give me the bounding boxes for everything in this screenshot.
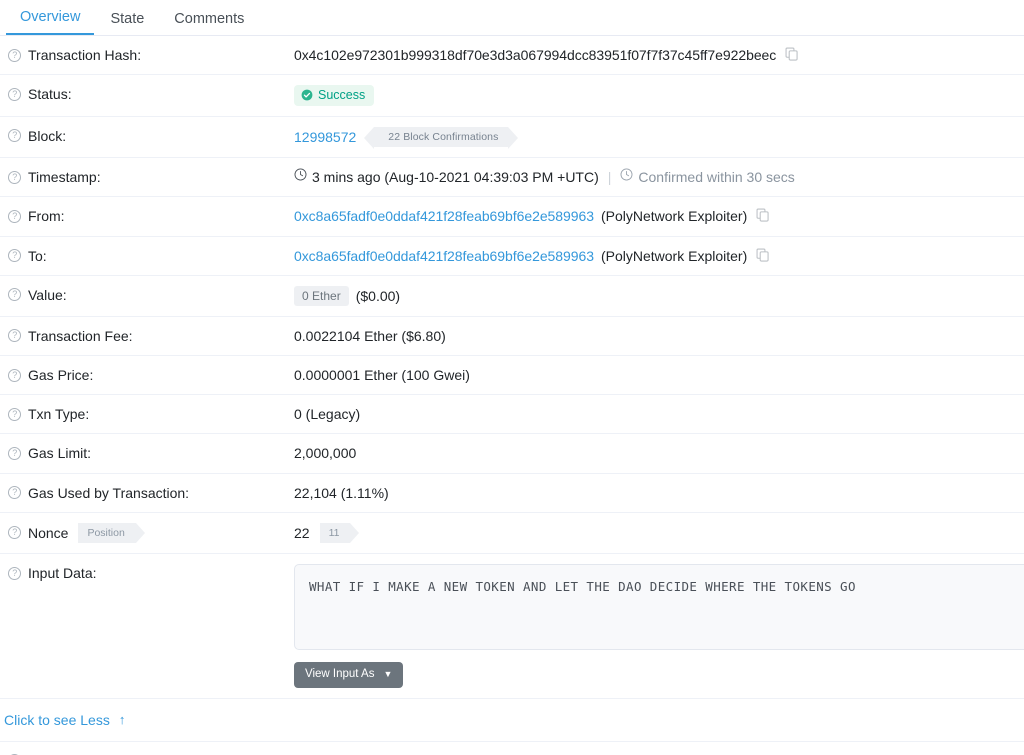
from-address-link[interactable]: 0xc8a65fadf0e0ddaf421f28feab69bf6e2e5899… bbox=[294, 207, 594, 225]
row-block: ? Block: 12998572 22 Block Confirmations bbox=[0, 117, 1024, 159]
value-usd: ($0.00) bbox=[355, 287, 401, 304]
row-to: ? To: 0xc8a65fadf0e0ddaf421f28feab69bf6e… bbox=[0, 237, 1024, 276]
value-gas-used: 22,104 (1.11%) bbox=[294, 484, 389, 501]
timestamp-separator: | bbox=[607, 169, 612, 186]
help-icon[interactable]: ? bbox=[8, 566, 21, 580]
chevron-down-icon: ▼ bbox=[383, 669, 393, 680]
label-gas-used: ? Gas Used by Transaction: bbox=[0, 484, 294, 502]
label-txn-type: ? Txn Type: bbox=[0, 405, 294, 423]
arrow-up-icon[interactable]: ↑ bbox=[119, 712, 126, 727]
to-address-tag: (PolyNetwork Exploiter) bbox=[600, 247, 748, 264]
timestamp-relative: 3 mins ago (Aug-10-2021 04:39:03 PM +UTC… bbox=[312, 169, 599, 186]
value-transaction-hash: 0x4c102e972301b999318df70e3d3a067994dcc8… bbox=[294, 46, 1024, 64]
help-icon[interactable]: ? bbox=[8, 288, 21, 302]
help-icon[interactable]: ? bbox=[8, 48, 21, 62]
clock-icon bbox=[294, 168, 307, 186]
tab-state[interactable]: State bbox=[96, 11, 158, 36]
transaction-hash-text: 0x4c102e972301b999318df70e3d3a067994dcc8… bbox=[294, 47, 777, 63]
clock-icon-confirmed bbox=[620, 168, 633, 186]
status-badge-label: Success bbox=[318, 88, 366, 103]
help-icon[interactable]: ? bbox=[8, 129, 21, 143]
value-nonce: 22 11 bbox=[294, 522, 1024, 544]
help-icon[interactable]: ? bbox=[8, 526, 21, 540]
nonce-value: 22 bbox=[294, 524, 310, 541]
value-from: 0xc8a65fadf0e0ddaf421f28feab69bf6e2e5899… bbox=[294, 207, 1024, 225]
block-number-link[interactable]: 12998572 bbox=[294, 128, 356, 146]
input-data-textarea[interactable]: WHAT IF I MAKE A NEW TOKEN AND LET THE D… bbox=[294, 564, 1024, 651]
row-input-data: ? Input Data: WHAT IF I MAKE A NEW TOKEN… bbox=[0, 554, 1024, 699]
view-input-as-button[interactable]: View Input As ▼ bbox=[294, 662, 404, 688]
label-transaction-hash: ? Transaction Hash: bbox=[0, 46, 294, 64]
label-from: ? From: bbox=[0, 207, 294, 225]
value-amount: 0 Ether ($0.00) bbox=[294, 285, 1024, 306]
label-block: ? Block: bbox=[0, 127, 294, 145]
row-value: ? Value: 0 Ether ($0.00) bbox=[0, 276, 1024, 317]
block-confirmations-badge: 22 Block Confirmations bbox=[364, 126, 519, 149]
from-address-tag: (PolyNetwork Exploiter) bbox=[600, 208, 748, 225]
view-input-as-label: View Input As bbox=[305, 668, 375, 681]
row-gas-price: ? Gas Price: 0.0000001 Ether (100 Gwei) bbox=[0, 356, 1024, 396]
value-gas-price: 0.0000001 Ether (100 Gwei) bbox=[294, 366, 470, 383]
help-icon[interactable]: ? bbox=[8, 329, 21, 343]
label-gas-price: ? Gas Price: bbox=[0, 366, 294, 384]
nonce-position-badge: Position bbox=[78, 522, 146, 544]
label-transaction-fee: ? Transaction Fee: bbox=[0, 327, 294, 345]
value-status: Success bbox=[294, 85, 1024, 106]
value-to: 0xc8a65fadf0e0ddaf421f28feab69bf6e2e5899… bbox=[294, 247, 1024, 265]
value-block: 12998572 22 Block Confirmations bbox=[294, 126, 1024, 149]
label-to: ? To: bbox=[0, 247, 294, 265]
label-input-data: ? Input Data: bbox=[0, 564, 294, 582]
tab-bar: Overview State Comments bbox=[0, 0, 1024, 36]
see-less-row: Click to see Less ↑ bbox=[0, 699, 1024, 742]
label-nonce: ? Nonce Position bbox=[0, 522, 294, 544]
help-icon[interactable]: ? bbox=[8, 486, 21, 500]
row-status: ? Status: Success bbox=[0, 75, 1024, 117]
help-icon[interactable]: ? bbox=[8, 87, 21, 101]
row-gas-used: ? Gas Used by Transaction: 22,104 (1.11%… bbox=[0, 474, 1024, 513]
to-address-link[interactable]: 0xc8a65fadf0e0ddaf421f28feab69bf6e2e5899… bbox=[294, 247, 594, 265]
label-value: ? Value: bbox=[0, 286, 294, 304]
value-transaction-fee: 0.0022104 Ether ($6.80) bbox=[294, 327, 446, 344]
help-icon[interactable]: ? bbox=[8, 446, 21, 460]
row-gas-limit: ? Gas Limit: 2,000,000 bbox=[0, 434, 1024, 474]
row-timestamp: ? Timestamp: 3 mins ago (Aug-10-2021 04:… bbox=[0, 158, 1024, 198]
input-data-container: WHAT IF I MAKE A NEW TOKEN AND LET THE D… bbox=[294, 564, 1024, 688]
row-transaction-hash: ? Transaction Hash: 0x4c102e972301b99931… bbox=[0, 36, 1024, 76]
label-timestamp: ? Timestamp: bbox=[0, 168, 294, 186]
row-private-note: ? Private Note: To access the Private No… bbox=[0, 742, 1024, 755]
row-txn-type: ? Txn Type: 0 (Legacy) bbox=[0, 395, 1024, 435]
click-to-see-less-link[interactable]: Click to see Less bbox=[4, 712, 110, 728]
label-status: ? Status: bbox=[0, 85, 294, 103]
help-icon[interactable]: ? bbox=[8, 368, 21, 382]
help-icon[interactable]: ? bbox=[8, 209, 21, 223]
timestamp-confirmed-text: Confirmed within 30 secs bbox=[638, 169, 795, 186]
help-icon[interactable]: ? bbox=[8, 249, 21, 263]
copy-icon[interactable] bbox=[785, 47, 799, 65]
status-badge: Success bbox=[294, 85, 375, 106]
help-icon[interactable]: ? bbox=[8, 407, 21, 421]
copy-icon[interactable] bbox=[756, 248, 770, 266]
value-txn-type: 0 (Legacy) bbox=[294, 406, 361, 423]
value-timestamp: 3 mins ago (Aug-10-2021 04:39:03 PM +UTC… bbox=[294, 168, 1024, 186]
value-gas-limit: 2,000,000 bbox=[294, 445, 357, 462]
nonce-position-value-badge: 11 bbox=[319, 522, 360, 544]
row-nonce: ? Nonce Position 22 11 bbox=[0, 513, 1024, 555]
label-gas-limit: ? Gas Limit: bbox=[0, 444, 294, 462]
copy-icon[interactable] bbox=[756, 208, 770, 226]
row-from: ? From: 0xc8a65fadf0e0ddaf421f28feab69bf… bbox=[0, 197, 1024, 237]
row-transaction-fee: ? Transaction Fee: 0.0022104 Ether ($6.8… bbox=[0, 317, 1024, 356]
tab-overview[interactable]: Overview bbox=[6, 9, 95, 35]
check-circle-icon bbox=[301, 89, 313, 101]
value-ether-badge: 0 Ether bbox=[294, 285, 349, 306]
help-icon[interactable]: ? bbox=[8, 170, 21, 184]
tab-comments[interactable]: Comments bbox=[160, 11, 258, 36]
